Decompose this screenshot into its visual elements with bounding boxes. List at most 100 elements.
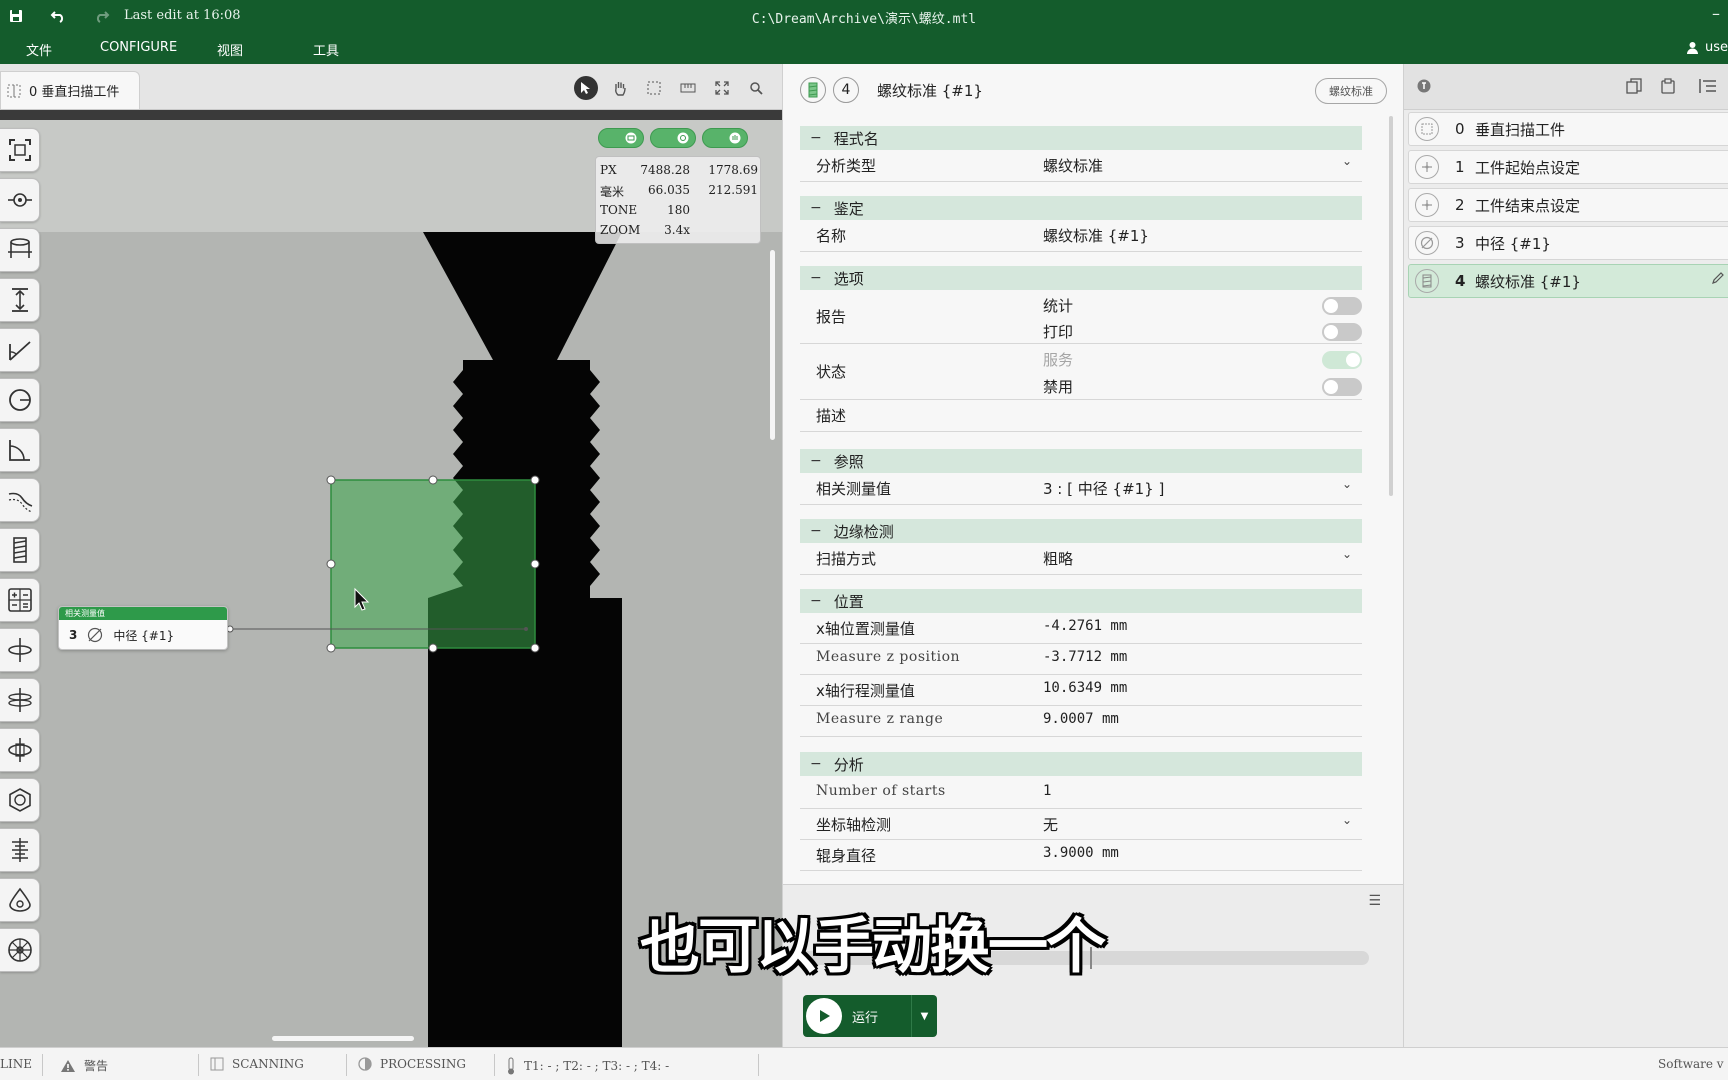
menu-view[interactable]: 视图 [217, 40, 243, 59]
analysis-type-select[interactable]: 螺纹标准 [1043, 155, 1103, 176]
row-x-range[interactable]: x轴行程测量值 10.6349 mm [800, 675, 1362, 706]
row-related-measurement[interactable]: 相关测量值 3 : [ 中径 {#1} ] ⌄ [800, 473, 1362, 505]
canvas-horizontal-scrollbar[interactable] [272, 1036, 414, 1041]
clipboard-icon[interactable] [1656, 74, 1680, 98]
overlay-toggle-2[interactable] [650, 128, 696, 148]
menu-configure[interactable]: CONFIGURE [100, 40, 177, 55]
report-print-toggle[interactable] [1322, 323, 1362, 341]
tree-item-thread-standard[interactable]: 4 螺纹标准 {#1} [1408, 264, 1728, 298]
tab-vertical-scan[interactable]: 0 垂直扫描工件 [0, 71, 140, 109]
overlay-toggle-3[interactable] [702, 128, 748, 148]
tree-item-pitch-diameter[interactable]: 3 中径 {#1} [1408, 226, 1728, 260]
row-z-range[interactable]: Measure z range 9.0007 mm [800, 706, 1362, 737]
tool-length[interactable] [0, 278, 40, 322]
status-service-toggle[interactable] [1322, 351, 1362, 369]
section-analysis[interactable]: − 分析 [800, 752, 1362, 776]
section-reference[interactable]: − 参照 [800, 449, 1362, 473]
report-stats-toggle[interactable] [1322, 297, 1362, 315]
type-badge[interactable]: 螺纹标准 [1315, 78, 1387, 104]
run-button[interactable]: 运行 ▼ [803, 995, 937, 1037]
properties-scrollbar[interactable] [1389, 116, 1393, 496]
canvas-vertical-scrollbar[interactable] [770, 250, 775, 440]
menu-file[interactable]: 文件 [26, 40, 52, 59]
tool-diameter[interactable] [0, 228, 40, 272]
row-x-position[interactable]: x轴位置测量值 -4.2761 mm [800, 613, 1362, 644]
scan-mode-select[interactable]: 粗略 [1043, 548, 1073, 569]
row-shank-diameter[interactable]: 辊身直径 3.9000 mm [800, 840, 1362, 871]
tree-item-end-point[interactable]: 2 工件结束点设定 [1408, 188, 1728, 222]
section-program[interactable]: − 程式名 [800, 126, 1362, 150]
section-edge-detection[interactable]: − 边缘检测 [800, 519, 1362, 543]
tool-axis-1[interactable] [0, 628, 40, 672]
tool-scan-area[interactable] [0, 128, 40, 172]
section-identify[interactable]: − 鉴定 [800, 196, 1362, 220]
tool-circle[interactable] [0, 378, 40, 422]
user-menu[interactable]: use [1686, 40, 1728, 55]
ruler-tool[interactable] [676, 76, 700, 100]
x-range-input[interactable]: 10.6349 mm [1043, 680, 1127, 696]
z-range-input[interactable]: 9.0007 mm [1043, 711, 1119, 727]
chevron-down-icon[interactable]: ⌄ [1342, 547, 1352, 561]
pan-tool[interactable] [608, 76, 632, 100]
row-label: 分析类型 [816, 157, 877, 175]
tree-item-start-point[interactable]: 1 工件起始点设定 [1408, 150, 1728, 184]
chevron-down-icon[interactable]: ⌄ [1342, 154, 1352, 168]
collapse-icon: − [810, 200, 822, 216]
copy-icon[interactable] [1622, 74, 1646, 98]
section-title: 参照 [833, 452, 864, 471]
related-measurement-select[interactable]: 3 : [ 中径 {#1} ] [1043, 478, 1164, 499]
row-name[interactable]: 名称 螺纹标准 {#1} [800, 220, 1362, 252]
overlay-toggle-1[interactable] [598, 128, 644, 148]
tool-hexagon[interactable] [0, 778, 40, 822]
x-position-input[interactable]: -4.2761 mm [1043, 618, 1127, 634]
tool-wheel[interactable] [0, 928, 40, 972]
chevron-down-icon[interactable]: ⌄ [1342, 813, 1352, 827]
section-position[interactable]: − 位置 [800, 589, 1362, 613]
menu-icon[interactable]: ☰ [1368, 893, 1381, 909]
tool-angle[interactable] [0, 328, 40, 372]
tool-axis-3[interactable] [0, 728, 40, 772]
run-options-chevron-icon[interactable]: ▼ [911, 995, 937, 1037]
row-axis-detection[interactable]: 坐标轴检测 无 ⌄ [800, 809, 1362, 840]
scan-status-icon [210, 1057, 224, 1071]
row-description[interactable]: 描述 [800, 400, 1362, 432]
zoom-tool[interactable] [744, 76, 768, 100]
pencil-icon[interactable] [1711, 271, 1725, 289]
tree-options-icon[interactable] [1696, 74, 1720, 98]
reference-measurement-card[interactable]: 相关测量值 3 中径 {#1} [58, 606, 228, 650]
minimize-button[interactable]: – [1712, 4, 1720, 23]
starts-input[interactable]: 1 [1043, 783, 1051, 799]
row-analysis-type[interactable]: 分析类型 螺纹标准 ⌄ [800, 150, 1362, 182]
menu-tools[interactable]: 工具 [313, 40, 339, 59]
selection-rect[interactable] [330, 479, 536, 649]
row-scan-mode[interactable]: 扫描方式 粗略 ⌄ [800, 543, 1362, 575]
tool-calculator[interactable] [0, 578, 40, 622]
pointer-tool[interactable] [574, 76, 598, 100]
status-warning[interactable]: 警告 [60, 1057, 108, 1074]
tool-profile[interactable] [0, 478, 40, 522]
section-options[interactable]: − 选项 [800, 266, 1362, 290]
axis-detection-select[interactable]: 无 [1043, 814, 1058, 835]
save-icon[interactable] [6, 6, 26, 26]
undo-icon[interactable] [48, 6, 68, 26]
pin-icon[interactable] [1412, 74, 1436, 98]
tool-radius[interactable] [0, 428, 40, 472]
chevron-down-icon[interactable]: ⌄ [1342, 477, 1352, 491]
tool-axis-2[interactable] [0, 678, 40, 722]
row-number-of-starts[interactable]: Number of starts 1 [800, 778, 1362, 809]
status-disabled-toggle[interactable] [1322, 378, 1362, 396]
tool-thread[interactable] [0, 528, 40, 572]
tool-point[interactable] [0, 178, 40, 222]
select-box-tool[interactable] [642, 76, 666, 100]
fit-view-tool[interactable] [710, 76, 734, 100]
shank-diameter-input[interactable]: 3.9000 mm [1043, 845, 1119, 861]
row-z-position[interactable]: Measure z position -3.7712 mm [800, 644, 1362, 675]
z-position-input[interactable]: -3.7712 mm [1043, 649, 1127, 665]
redo-icon[interactable] [92, 6, 112, 26]
tree-item-vertical-scan[interactable]: 0 垂直扫描工件 [1408, 112, 1728, 146]
collapse-icon: − [810, 756, 822, 772]
tool-drop[interactable] [0, 878, 40, 922]
name-input[interactable]: 螺纹标准 {#1} [1043, 225, 1149, 246]
readout-value: 1778.69 [708, 163, 758, 177]
tool-gear-profile[interactable] [0, 828, 40, 872]
